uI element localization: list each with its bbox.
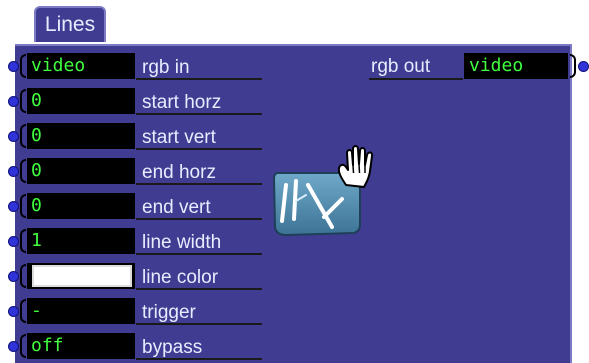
label-end-vert: end vert (142, 197, 211, 218)
input-bracket (20, 159, 26, 183)
value-field-trigger[interactable]: - (27, 298, 135, 324)
input-bracket (20, 299, 26, 323)
value-field-start-vert[interactable]: 0 (27, 123, 135, 149)
input-row-end-horz: 0 end horz (0, 154, 280, 189)
input-port-line-color[interactable] (8, 271, 19, 282)
value-field-end-horz[interactable]: 0 (27, 158, 135, 184)
label-rgb-in: rgb in (142, 57, 190, 78)
output-bracket (570, 54, 576, 78)
input-port-rgb-in[interactable] (8, 61, 19, 72)
label-underline (136, 218, 262, 220)
input-port-start-vert[interactable] (8, 131, 19, 142)
value-field-rgb-out[interactable]: video (464, 53, 568, 79)
label-underline (136, 358, 262, 360)
lines-actor: Lines video rgb in 0 start horz 0 start … (0, 0, 589, 363)
input-row-rgb-in: video rgb in (0, 49, 280, 84)
input-row-line-width: 1 line width (0, 224, 280, 259)
hand-cursor-icon (337, 145, 374, 188)
input-bracket (20, 54, 26, 78)
label-underline (136, 253, 262, 255)
label-line-color: line color (142, 267, 219, 288)
input-row-line-color: line color (0, 259, 280, 294)
label-bypass: bypass (142, 337, 203, 358)
value-field-bypass[interactable]: off (27, 333, 135, 359)
label-underline (136, 288, 262, 290)
value-field-start-horz[interactable]: 0 (27, 88, 135, 114)
value-field-line-width[interactable]: 1 (27, 228, 135, 254)
input-bracket (20, 194, 26, 218)
input-port-trigger[interactable] (8, 306, 19, 317)
input-port-line-width[interactable] (8, 236, 19, 247)
label-underline (369, 78, 463, 80)
label-underline (136, 323, 262, 325)
input-port-start-horz[interactable] (8, 96, 19, 107)
label-trigger: trigger (142, 302, 196, 323)
input-row-bypass: off bypass (0, 329, 280, 363)
actor-title: Lines (44, 13, 96, 36)
input-bracket (20, 124, 26, 148)
input-bracket (20, 229, 26, 253)
label-rgb-out: rgb out (371, 56, 431, 77)
label-underline (136, 78, 262, 80)
input-row-end-vert: 0 end vert (0, 189, 280, 224)
input-bracket (20, 264, 26, 288)
input-row-start-horz: 0 start horz (0, 84, 280, 119)
value-field-rgb-in[interactable]: video (27, 53, 135, 79)
label-underline (136, 113, 262, 115)
label-underline (136, 183, 262, 185)
color-swatch-line-color[interactable] (32, 265, 132, 287)
label-start-vert: start vert (142, 127, 216, 148)
input-port-end-horz[interactable] (8, 166, 19, 177)
input-port-bypass[interactable] (8, 341, 19, 352)
label-end-horz: end horz (142, 162, 216, 183)
input-row-start-vert: 0 start vert (0, 119, 280, 154)
input-row-trigger: - trigger (0, 294, 280, 329)
input-port-end-vert[interactable] (8, 201, 19, 212)
output-port-rgb-out[interactable] (578, 61, 589, 72)
label-underline (136, 148, 262, 150)
actor-title-tab[interactable]: Lines (34, 6, 106, 42)
label-line-width: line width (142, 232, 222, 253)
input-bracket (20, 334, 26, 358)
value-field-end-vert[interactable]: 0 (27, 193, 135, 219)
label-start-horz: start horz (142, 92, 222, 113)
input-bracket (20, 89, 26, 113)
